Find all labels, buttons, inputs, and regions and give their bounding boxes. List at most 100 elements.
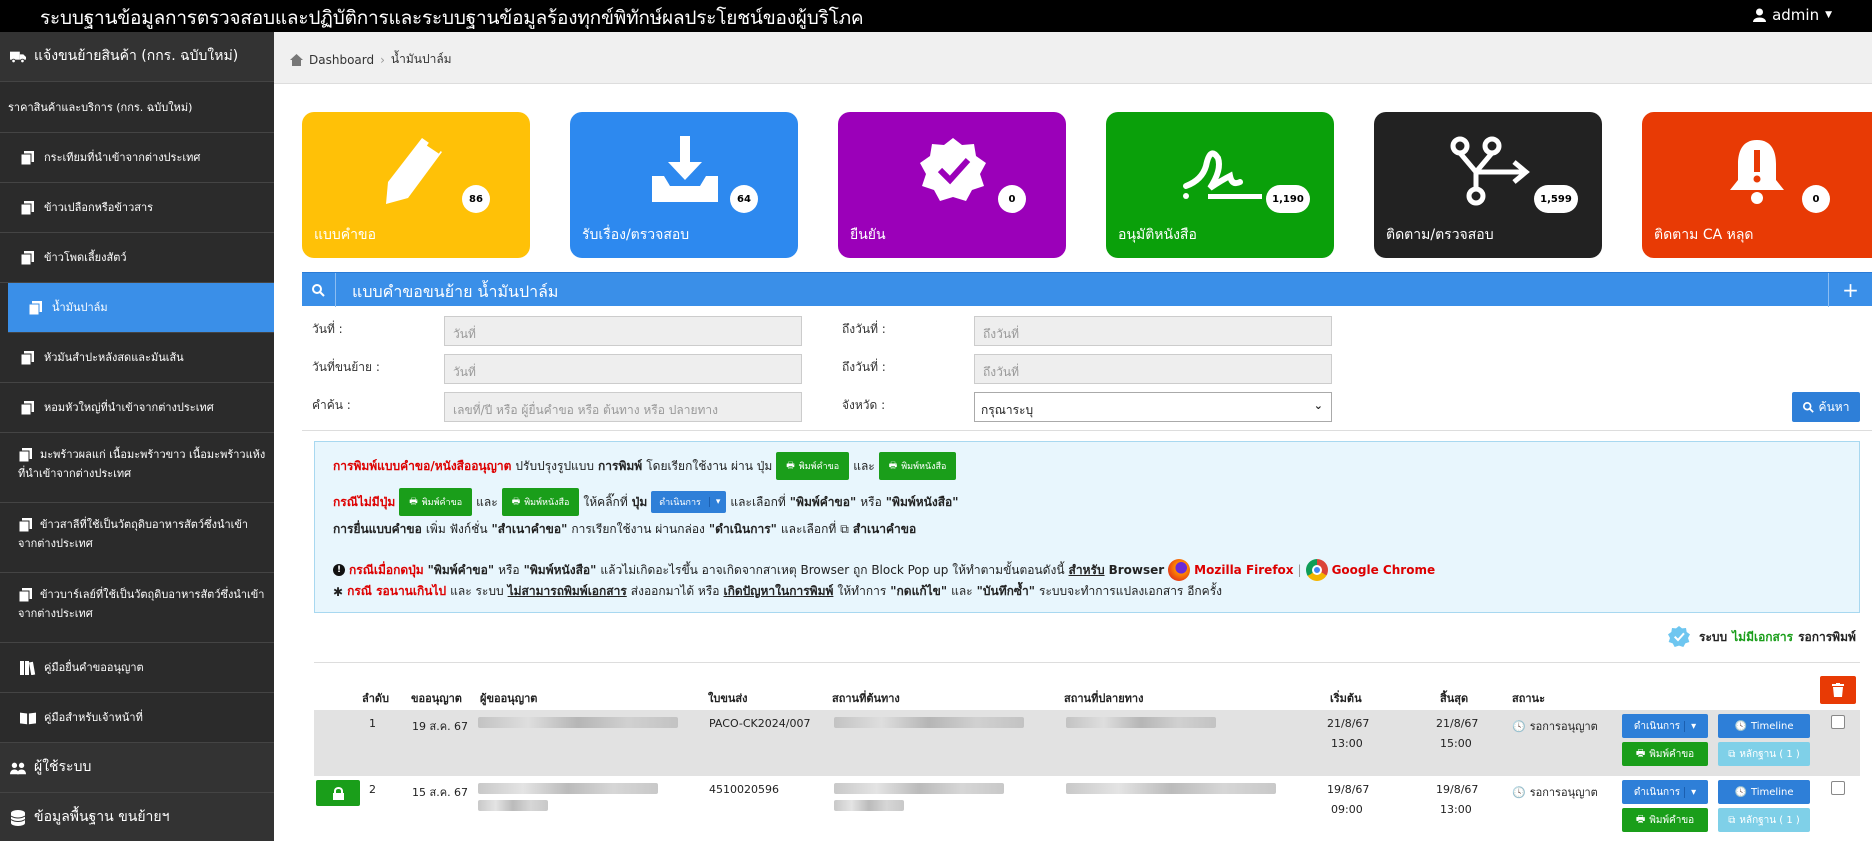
action-dropdown-button[interactable]: ดำเนินการ ▾ [1622, 780, 1708, 804]
printer-icon: 🖶 [511, 497, 521, 507]
printer-icon: 🖶 [1635, 747, 1646, 759]
timeline-button[interactable]: 🕓 Timeline [1718, 714, 1810, 738]
card-request[interactable]: 86 แบบคำขอ [302, 112, 530, 258]
sidebar-item-cassava[interactable]: หัวมันสำปะหลังสดและมันเส้น [0, 333, 274, 383]
row-checkbox[interactable] [1831, 715, 1845, 729]
info-box: การพิมพ์แบบคำขอ/หนังสืออนุญาต ปรับปรุงรู… [314, 441, 1860, 613]
info-text: กรณี รอนานเกินไป [347, 584, 447, 598]
row-checkbox[interactable] [1831, 781, 1845, 795]
files-icon [18, 448, 34, 462]
sidebar-item-label: กระเทียมที่นำเข้าจากต่างประเทศ [44, 151, 201, 164]
sidebar-item-label: ข้าวเปลือกหรือข้าวสาร [44, 201, 154, 214]
info-text: และ [853, 458, 875, 473]
card-receive[interactable]: 64 รับเรื่อง/ตรวจสอบ [570, 112, 798, 258]
sidebar-item-guide-staff[interactable]: คู่มือสำหรับเจ้าหน้าที่ [0, 693, 274, 743]
move-date-label: วันที่ขนย้าย : [312, 360, 380, 374]
sidebar-item-garlic[interactable]: กระเทียมที่นำเข้าจากต่างประเทศ [0, 133, 274, 183]
to-date2-input[interactable]: ถึงวันที่ [974, 354, 1332, 384]
lock-button[interactable] [316, 780, 360, 806]
card-track[interactable]: 1,599 ติดตาม/ตรวจสอบ [1374, 112, 1602, 258]
evidence-button[interactable]: ⧉ หลักฐาน ( 1 ) [1718, 808, 1810, 832]
add-button[interactable]: + [1828, 273, 1872, 307]
books-icon [20, 660, 36, 675]
card-approve[interactable]: 1,190 อนุมัติหนังสือ [1106, 112, 1334, 258]
print-request-button[interactable]: 🖶 พิมพ์คำขอ [1622, 742, 1708, 766]
sidebar-item-wheat[interactable]: ข้าวสาลีที่ใช้เป็นวัตถุดิบอาหารสัตว์ซึ่ง… [0, 503, 274, 573]
printer-icon: 🖶 [786, 461, 795, 471]
info-text: การเรียกใช้งาน ผ่านกล่อง [571, 522, 705, 536]
info-text: ระบบจะทำการแปลงเอกสาร อีกครั้ง [1039, 584, 1222, 598]
legend-text: ไม่มีเอกสาร [1732, 629, 1794, 644]
action-dropdown-button[interactable]: ดำเนินการ ▾ [651, 491, 727, 513]
info-text: ปุ่ม [631, 494, 648, 509]
card-ca-lost[interactable]: 0 ติดตาม CA หลุด [1642, 112, 1872, 258]
sidebar-main-data[interactable]: ข้อมูลพื้นฐาน ขนย้ายฯ [0, 793, 274, 841]
cell-end-time: 15:00 [1440, 737, 1472, 750]
info-text: "พิมพ์คำขอ" [789, 494, 857, 509]
sidebar-item-label: คู่มือสำหรับเจ้าหน้าที่ [44, 711, 143, 724]
panel-search-toggle[interactable] [302, 273, 336, 307]
sidebar-item-palm-oil[interactable]: น้ำมันปาล์ม [8, 283, 274, 333]
button-label: ดำเนินการ [1633, 786, 1681, 798]
evidence-button[interactable]: ⧉ หลักฐาน ( 1 ) [1718, 742, 1810, 766]
sidebar-item-onion[interactable]: หอมหัวใหญ่ที่นำเข้าจากต่างประเทศ [0, 383, 274, 433]
card-count: 0 [1802, 185, 1830, 213]
sidebar-main-label: ผู้ใช้ระบบ [34, 759, 92, 775]
info-text: และ [951, 584, 973, 598]
action-dropdown-button[interactable]: ดำเนินการ ▾ [1622, 714, 1708, 738]
sidebar-item-coconut[interactable]: มะพร้าวผลแก่ เนื้อมะพร้าวขาว เนื้อมะพร้า… [0, 433, 274, 503]
date-input[interactable]: วันที่ [444, 316, 802, 346]
col-header-no: ลำดับ [362, 692, 390, 705]
info-text: | [1297, 563, 1302, 577]
sidebar-item-corn[interactable]: ข้าวโพดเลี้ยงสัตว์ [0, 233, 274, 283]
app-title: ระบบฐานข้อมูลการตรวจสอบและปฏิบัติการและร… [40, 7, 864, 29]
search-button[interactable]: ค้นหา [1792, 392, 1860, 422]
print-book-button[interactable]: 🖶 พิมพ์หนังสือ [501, 488, 580, 516]
move-date-input[interactable]: วันที่ [444, 354, 802, 384]
breadcrumb-home[interactable]: Dashboard [309, 53, 374, 67]
print-book-button[interactable]: 🖶 พิมพ์หนังสือ [878, 452, 957, 480]
cell-end-date: 19/8/67 [1436, 783, 1479, 796]
card-count: 0 [998, 185, 1026, 213]
cell-start-time: 09:00 [1331, 803, 1363, 816]
keyword-input[interactable]: เลขที่/ปี หรือ ผู้ยื่นคำขอ หรือ ต้นทาง ห… [444, 392, 802, 422]
card-count: 86 [462, 185, 490, 213]
caret-down-icon: ▼ [1825, 10, 1832, 20]
province-select[interactable]: กรุณาระบุ ⌄ [974, 392, 1332, 422]
panel-header: แบบคำขอขนย้าย น้ำมันปาล์ม + [302, 272, 1872, 307]
delete-button[interactable] [1820, 676, 1856, 704]
user-menu[interactable]: admin ▼ [1753, 6, 1832, 24]
sidebar-main-move[interactable]: แจ้งขนย้ายสินค้า (กกร. ฉบับใหม่) [0, 32, 274, 82]
caret-down-icon: ▾ [708, 497, 727, 507]
info-text: "พิมพ์หนังสือ" [523, 562, 597, 577]
clock-icon: 🕓 [1512, 719, 1526, 733]
print-request-button[interactable]: 🖶 พิมพ์คำขอ [776, 452, 850, 480]
info-text: ไม่สามารถพิมพ์เอกสาร [507, 584, 627, 598]
button-label: พิมพ์คำขอ [1649, 748, 1695, 760]
sidebar-item-label: มะพร้าวผลแก่ เนื้อมะพร้าวขาว เนื้อมะพร้า… [18, 448, 266, 480]
sidebar-item-rice[interactable]: ข้าวเปลือกหรือข้าวสาร [0, 183, 274, 233]
sidebar-item-guide-request[interactable]: คู่มือยื่นคำขออนุญาต [0, 643, 274, 693]
sidebar-section-price[interactable]: ราคาสินค้าและบริการ (กกร. ฉบับใหม่) [0, 82, 274, 133]
to-date-input[interactable]: ถึงวันที่ [974, 316, 1332, 346]
print-request-button[interactable]: 🖶 พิมพ์คำขอ [399, 488, 473, 516]
print-request-button[interactable]: 🖶 พิมพ์คำขอ [1622, 808, 1708, 832]
date-label: วันที่ : [312, 322, 343, 336]
sidebar-main-users[interactable]: ผู้ใช้ระบบ [0, 743, 274, 793]
firefox-link[interactable]: Mozilla Firefox [1194, 563, 1293, 577]
card-label: แบบคำขอ [314, 227, 377, 243]
timeline-button[interactable]: 🕓 Timeline [1718, 780, 1810, 804]
info-text: ให้ทำการ [837, 584, 887, 598]
info-text: เพิ่ม ฟังก์ชั่น [425, 522, 488, 536]
card-label: ติดตาม CA หลุด [1654, 227, 1754, 243]
clock-icon: 🕓 [1734, 786, 1747, 798]
files-icon [20, 350, 36, 365]
sidebar-item-barley[interactable]: ข้าวบาร์เลย์ที่ใช้เป็นวัตถุดิบอาหารสัตว์… [0, 573, 274, 643]
province-label: จังหวัด : [842, 398, 886, 412]
copy-icon: ⧉ [1728, 814, 1736, 826]
card-confirm[interactable]: 0 ยืนยัน [838, 112, 1066, 258]
info-text: "กดแก้ไข" [890, 584, 948, 598]
exclamation-circle-icon: ! [333, 564, 345, 576]
signature-icon [1183, 150, 1262, 199]
chrome-link[interactable]: Google Chrome [1332, 563, 1436, 577]
